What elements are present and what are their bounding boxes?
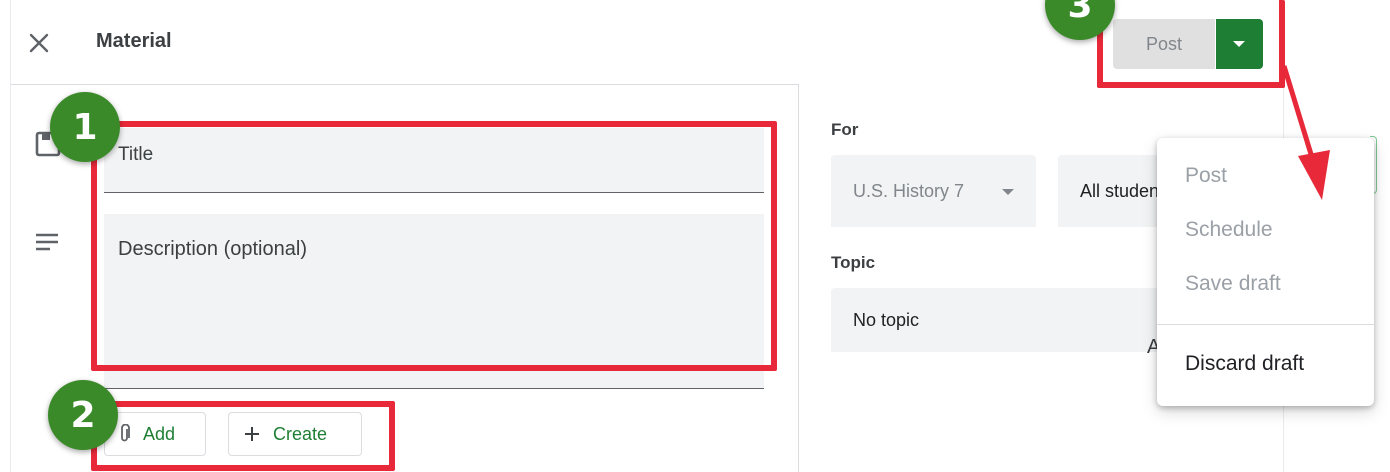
for-label: For bbox=[831, 120, 859, 139]
highlight-box-2 bbox=[91, 401, 395, 471]
highlight-box-1 bbox=[91, 121, 777, 371]
page-title: Material bbox=[96, 30, 172, 52]
highlight-box-3 bbox=[1097, 0, 1285, 88]
step-badge-1: 1 bbox=[50, 92, 120, 162]
class-select[interactable]: U.S. History 7 bbox=[831, 155, 1036, 227]
menu-item-schedule[interactable]: Schedule bbox=[1185, 218, 1273, 242]
menu-item-discard-draft[interactable]: Discard draft bbox=[1185, 352, 1304, 376]
topic-select-value: No topic bbox=[853, 310, 920, 330]
menu-item-post[interactable]: Post bbox=[1185, 164, 1227, 188]
class-select-value: U.S. History 7 bbox=[853, 181, 965, 201]
description-icon bbox=[34, 232, 60, 252]
menu-divider bbox=[1157, 324, 1374, 325]
dropdown-arrow-icon bbox=[1002, 189, 1014, 195]
annotation-arrow bbox=[1281, 65, 1330, 200]
menu-item-save-draft[interactable]: Save draft bbox=[1185, 272, 1281, 296]
topic-select[interactable]: No topic bbox=[831, 288, 1161, 352]
topic-label: Topic bbox=[831, 253, 876, 272]
step-badge-2: 2 bbox=[48, 380, 118, 450]
close-icon[interactable] bbox=[26, 30, 52, 56]
